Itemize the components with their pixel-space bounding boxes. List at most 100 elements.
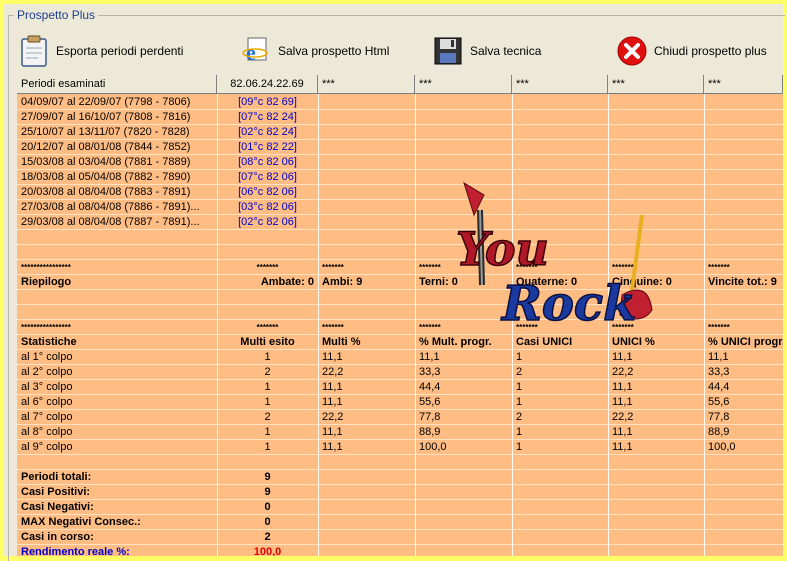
- riepilogo-label: Riepilogo: [21, 276, 72, 288]
- period-range: 27/03/08 al 08/04/08 (7886 - 7891)...: [21, 201, 200, 213]
- period-result: [02°c 82 06]: [238, 216, 297, 228]
- stats-row-label: al 8° colpo: [21, 426, 73, 438]
- separator-stars: *******: [708, 263, 730, 272]
- grid-line: [704, 94, 705, 556]
- grid-line: [17, 484, 783, 485]
- rendimento-value: 100,0: [253, 546, 282, 556]
- stats-cell: 11,1: [322, 426, 343, 438]
- stats-row-label: al 9° colpo: [21, 441, 73, 453]
- grid-line: [17, 544, 783, 545]
- period-range: 25/10/07 al 13/11/07 (7820 - 7828): [21, 126, 190, 138]
- total-label: Periodi totali:: [21, 471, 92, 483]
- stats-cell: 1: [264, 351, 271, 363]
- logo-text-you: You: [456, 222, 549, 276]
- period-result: [01°c 82 22]: [238, 141, 297, 153]
- stats-cell: 11,1: [419, 351, 440, 363]
- period-result: [07°c 82 06]: [238, 171, 297, 183]
- stats-cell: 100,0: [419, 441, 447, 453]
- stats-cell: 33,3: [419, 366, 441, 378]
- separator-stars: ****************: [21, 323, 71, 332]
- save-technique-label: Salva tecnica: [470, 44, 542, 58]
- close-prospetto-button[interactable]: Chiudi prospetto plus: [616, 34, 767, 68]
- results-grid[interactable]: Periodi esaminati 82.06.24.22.69 *** ***…: [17, 75, 783, 556]
- stats-cell: 77,8: [708, 411, 730, 423]
- stats-cell: 2: [264, 411, 271, 423]
- rendimento-label: Rendimento reale %:: [21, 546, 130, 556]
- stats-header: Multi %: [322, 336, 361, 348]
- separator-stars: ****************: [21, 263, 71, 272]
- grid-line: [17, 439, 783, 440]
- stats-cell: 1: [516, 351, 523, 363]
- stats-cell: 1: [516, 441, 523, 453]
- separator-stars: *******: [419, 263, 441, 272]
- stats-cell: 11,1: [322, 441, 343, 453]
- riepilogo-ambate: Ambate: 0: [260, 276, 314, 288]
- stats-cell: 1: [264, 441, 271, 453]
- column-header-7[interactable]: ***: [704, 75, 783, 94]
- period-range: 15/03/08 al 03/04/08 (7881 - 7889): [21, 156, 191, 168]
- save-html-label: Salva prospetto Html: [278, 44, 390, 58]
- stats-cell: 88,9: [419, 426, 441, 438]
- save-html-button[interactable]: e Salva prospetto Html: [240, 34, 389, 68]
- separator-stars: *******: [256, 323, 279, 332]
- separator-stars: *******: [419, 323, 441, 332]
- separator-stars: *******: [322, 323, 344, 332]
- clipboard-icon: [18, 34, 50, 68]
- column-header-periodi[interactable]: Periodi esaminati: [17, 75, 217, 94]
- total-value: 0: [264, 516, 271, 528]
- period-range: 18/03/08 al 05/04/08 (7882 - 7890): [21, 171, 191, 183]
- close-icon: [616, 34, 648, 68]
- column-header-4[interactable]: ***: [415, 75, 512, 94]
- period-range: 04/09/07 al 22/09/07 (7798 - 7806): [21, 96, 191, 108]
- stats-cell: 2: [264, 366, 271, 378]
- stats-cell: 11,1: [612, 351, 633, 363]
- logo-text-rock: Rock: [500, 276, 636, 330]
- period-range: 20/12/07 al 08/01/08 (7844 - 7852): [21, 141, 191, 153]
- stats-row-label: al 1° colpo: [21, 351, 73, 363]
- stats-row-label: al 2° colpo: [21, 366, 73, 378]
- separator-stars: *******: [708, 323, 730, 332]
- internet-explorer-icon: e: [240, 34, 272, 68]
- total-label: Casi Negativi:: [21, 501, 94, 513]
- stats-cell: 11,1: [322, 396, 343, 408]
- stats-cell: 2: [516, 366, 523, 378]
- column-header-3[interactable]: ***: [318, 75, 415, 94]
- period-result: [03°c 82 06]: [238, 201, 297, 213]
- stats-row-label: al 3° colpo: [21, 381, 73, 393]
- period-range: 20/03/08 al 08/04/08 (7883 - 7891): [21, 186, 191, 198]
- period-range: 29/03/08 al 08/04/08 (7887 - 7891)...: [21, 216, 200, 228]
- stats-cell: 55,6: [419, 396, 441, 408]
- stats-row-label: al 7° colpo: [21, 411, 73, 423]
- save-technique-button[interactable]: Salva tecnica: [432, 34, 541, 68]
- period-result: [08°c 82 06]: [238, 156, 297, 168]
- stats-cell: 44,4: [419, 381, 441, 393]
- stats-cell: 22,2: [612, 366, 634, 378]
- column-header-6[interactable]: ***: [608, 75, 704, 94]
- riepilogo-ambi: Ambi: 9: [322, 276, 363, 288]
- grid-line: [17, 364, 783, 365]
- separator-stars: *******: [256, 263, 279, 272]
- stats-cell: 22,2: [612, 411, 634, 423]
- column-header-numbers[interactable]: 82.06.24.22.69: [217, 75, 318, 94]
- stats-cell: 1: [516, 396, 523, 408]
- floppy-disk-icon: [432, 34, 464, 68]
- total-value: 0: [264, 501, 271, 513]
- grid-line: [17, 394, 783, 395]
- total-value: 9: [264, 486, 271, 498]
- grid-line: [17, 454, 783, 455]
- stats-cell: 2: [516, 411, 523, 423]
- export-losing-periods-button[interactable]: Esporta periodi perdenti: [18, 34, 183, 68]
- stats-cell: 100,0: [708, 441, 736, 453]
- period-result: [02°c 82 24]: [238, 126, 297, 138]
- total-label: Casi in corso:: [21, 531, 94, 543]
- stats-cell: 11,1: [322, 351, 343, 363]
- stats-cell: 11,1: [322, 381, 343, 393]
- stats-header: % Mult. progr.: [419, 336, 492, 348]
- grid-line: [17, 349, 783, 350]
- stats-cell: 44,4: [708, 381, 730, 393]
- period-result: [09°c 82 69]: [238, 96, 297, 108]
- column-header-5[interactable]: ***: [512, 75, 608, 94]
- stats-cell: 22,2: [322, 411, 344, 423]
- stats-cell: 22,2: [322, 366, 344, 378]
- stats-cell: 1: [264, 381, 271, 393]
